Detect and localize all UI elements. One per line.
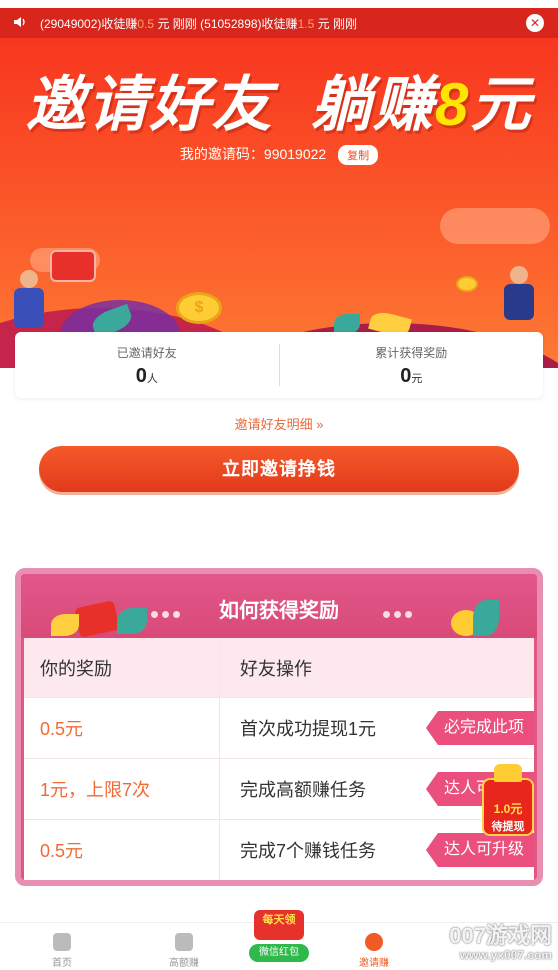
red-envelope-icon xyxy=(50,250,96,282)
reward-table: 你的奖励 好友操作 0.5元 首次成功提现1元 必完成此项 1元，上限7次 完成… xyxy=(24,638,534,880)
invited-stat: 已邀请好友 0人 xyxy=(15,332,279,398)
reward-value: 1元，上限7次 xyxy=(40,780,151,800)
stats-card: 已邀请好友 0人 累计获得奖励 0元 xyxy=(15,332,543,398)
invite-code-row: 我的邀请码：99019022 复制 xyxy=(0,144,558,166)
header-your-reward: 你的奖励 xyxy=(24,638,220,697)
watermark-logo: 007游戏网 www.yx007.com xyxy=(449,923,552,962)
friend-action: 完成7个赚钱任务 xyxy=(240,841,377,861)
coin-icon xyxy=(456,276,478,292)
pending-label: 待提现 xyxy=(491,821,525,833)
reward-value: 0.5元 xyxy=(40,719,84,739)
coin-icon: $ xyxy=(176,292,222,324)
reward-value: 0.5元 xyxy=(40,841,84,861)
table-header-row: 你的奖励 好友操作 xyxy=(24,638,534,698)
invite-now-button[interactable]: 立即邀请挣钱 xyxy=(39,446,519,492)
crown-icon xyxy=(494,764,522,782)
tab-wechat-red-packet[interactable]: 每天领 微信红包 xyxy=(244,910,314,966)
dots-decoration xyxy=(383,605,416,623)
ticker-bar: (29049002)收徒赚0.5 元 刚刚 (51052898)收徒赚1.5 元… xyxy=(0,8,558,38)
cloud-decoration xyxy=(440,208,550,244)
users-icon xyxy=(365,933,383,951)
invited-label: 已邀请好友 xyxy=(116,346,177,360)
friend-action: 完成高额赚任务 xyxy=(240,780,366,800)
hero-banner: 邀请好友 躺赚8元 我的邀请码：99019022 复制 $ xyxy=(0,38,558,368)
speaker-icon xyxy=(12,14,30,32)
copy-button[interactable]: 复制 xyxy=(338,145,379,166)
reward-header: 如何获得奖励 xyxy=(21,574,537,638)
table-row: 1元，上限7次 完成高额赚任务 达人可升级 xyxy=(24,759,534,820)
daily-gift-icon: 每天领 xyxy=(254,910,304,940)
home-icon xyxy=(53,933,71,951)
person-left-icon xyxy=(10,270,50,330)
hero-title: 邀请好友 躺赚8元 xyxy=(25,71,533,138)
earned-amount: 0元 xyxy=(400,365,423,387)
header-friend-action: 好友操作 xyxy=(240,658,312,679)
tab-high-earn[interactable]: 高额赚 xyxy=(144,933,224,969)
invite-code-label: 我的邀请码： xyxy=(179,146,264,162)
pending-withdraw-badge[interactable]: 1.0元 待提现 xyxy=(480,764,536,836)
earned-stat: 累计获得奖励 0元 xyxy=(280,332,544,398)
invite-detail-link[interactable]: 邀请好友明细 » xyxy=(0,414,558,433)
table-row: 0.5元 首次成功提现1元 必完成此项 xyxy=(24,698,534,759)
notification-ticker: (29049002)收徒赚0.5 元 刚刚 (51052898)收徒赚1.5 元… xyxy=(0,0,558,38)
person-right-icon xyxy=(500,266,540,336)
money-bag-icon xyxy=(175,933,193,951)
earned-label: 累计获得奖励 xyxy=(375,346,448,360)
requirement-tag: 必完成此项 xyxy=(425,711,534,745)
reward-section: 如何获得奖励 你的奖励 好友操作 0.5元 首次成功提现1元 必完成此项 1元，… xyxy=(15,568,543,886)
tab-home[interactable]: 首页 xyxy=(22,933,102,969)
requirement-tag: 达人可升级 xyxy=(425,833,534,867)
reward-title: 如何获得奖励 xyxy=(219,600,339,622)
leaf-icon xyxy=(334,314,360,334)
close-icon[interactable]: ✕ xyxy=(526,14,544,32)
friend-action: 首次成功提现1元 xyxy=(240,719,377,739)
tab-invite-earn-label: 邀请赚 xyxy=(359,958,389,969)
pending-amount: 1.0元 xyxy=(493,802,523,816)
tab-invite-earn[interactable]: 邀请赚 xyxy=(334,933,414,969)
table-row: 0.5元 完成7个赚钱任务 达人可升级 xyxy=(24,820,534,880)
ticker-message: (29049002)收徒赚0.5 元 刚刚 (51052898)收徒赚1.5 元… xyxy=(40,17,357,31)
tab-high-earn-label: 高额赚 xyxy=(169,958,199,969)
invited-count: 0人 xyxy=(135,365,158,387)
invite-code: 99019022 xyxy=(263,146,327,162)
tab-home-label: 首页 xyxy=(52,958,72,969)
wechat-red-packet-label: 微信红包 xyxy=(249,944,309,962)
